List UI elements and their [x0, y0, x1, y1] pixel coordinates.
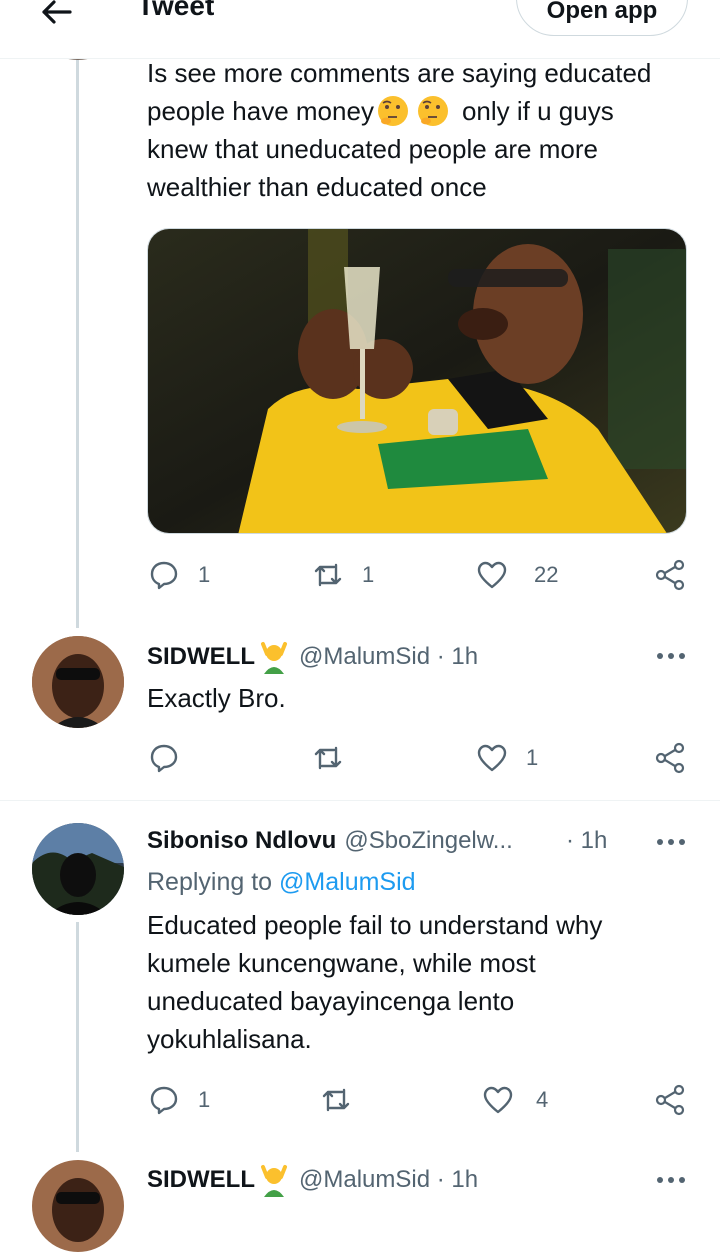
more-icon[interactable]: [656, 1175, 686, 1185]
tweet-photo[interactable]: [147, 228, 687, 534]
photo-image: [148, 229, 686, 533]
tweet-text: Is see more comments are saying educated…: [147, 58, 652, 202]
tweet-text: Educated people fail to understand why k…: [147, 910, 603, 1054]
reply-button[interactable]: [148, 742, 180, 774]
author-handle[interactable]: @MalumSid · 1h: [299, 1166, 478, 1194]
share-button[interactable]: [655, 742, 687, 774]
like-icon: [477, 744, 507, 772]
author-name[interactable]: Siboniso Ndlovu: [147, 827, 336, 855]
author-name[interactable]: SIDWELL: [147, 1166, 255, 1194]
top-bar: Tweet Open app: [0, 0, 720, 59]
retweet-button[interactable]: [320, 1084, 352, 1116]
thinking-face-emoji: [417, 96, 448, 126]
reply-icon: [150, 744, 178, 773]
share-button[interactable]: [655, 559, 687, 591]
person-gesturing-emoji: [261, 1165, 287, 1197]
more-icon[interactable]: [656, 651, 686, 661]
back-arrow-icon[interactable]: [36, 0, 76, 30]
person-gesturing-emoji: [261, 642, 287, 674]
thread-line: [76, 58, 79, 628]
tweet-text: Exactly Bro.: [147, 683, 286, 713]
avatar[interactable]: [32, 823, 124, 915]
avatar[interactable]: [32, 1160, 124, 1252]
avatar[interactable]: [32, 636, 124, 728]
retweet-button[interactable]: [312, 742, 344, 774]
retweet-icon: [314, 746, 342, 770]
retweet-icon: [322, 1088, 350, 1112]
page-title: Tweet: [137, 0, 215, 21]
reply-button[interactable]: 1: [148, 1084, 210, 1116]
like-button[interactable]: 4: [482, 1084, 548, 1116]
share-icon: [655, 742, 685, 774]
like-button[interactable]: 1: [476, 742, 538, 774]
author-name[interactable]: SIDWELL: [147, 643, 255, 671]
share-button[interactable]: [655, 1084, 687, 1116]
divider: [0, 800, 720, 801]
more-icon[interactable]: [656, 837, 686, 847]
author-handle[interactable]: @MalumSid · 1h: [299, 643, 478, 671]
share-icon: [655, 559, 685, 591]
like-icon: [483, 1086, 513, 1114]
share-icon: [655, 1084, 685, 1116]
author-handle[interactable]: @SboZingelw...: [344, 827, 512, 855]
retweet-icon: [314, 563, 342, 587]
timestamp: · 1h: [566, 827, 608, 854]
retweet-button[interactable]: 1: [312, 559, 374, 591]
reply-button[interactable]: 1: [148, 559, 210, 591]
mention-link[interactable]: @MalumSid: [279, 868, 416, 896]
replying-to: Replying to @MalumSid: [147, 868, 416, 896]
open-app-button[interactable]: Open app: [516, 0, 688, 36]
thread-line: [76, 922, 79, 1152]
reply-icon: [150, 561, 178, 590]
author-row: Siboniso Ndlovu @SboZingelw...: [147, 827, 513, 855]
thinking-face-emoji: [377, 96, 408, 126]
like-button[interactable]: 22: [476, 559, 558, 591]
author-row: SIDWELL @MalumSid · 1h: [147, 640, 478, 674]
reply-icon: [150, 1086, 178, 1115]
like-icon: [477, 561, 507, 589]
author-row: SIDWELL @MalumSid · 1h: [147, 1163, 478, 1197]
